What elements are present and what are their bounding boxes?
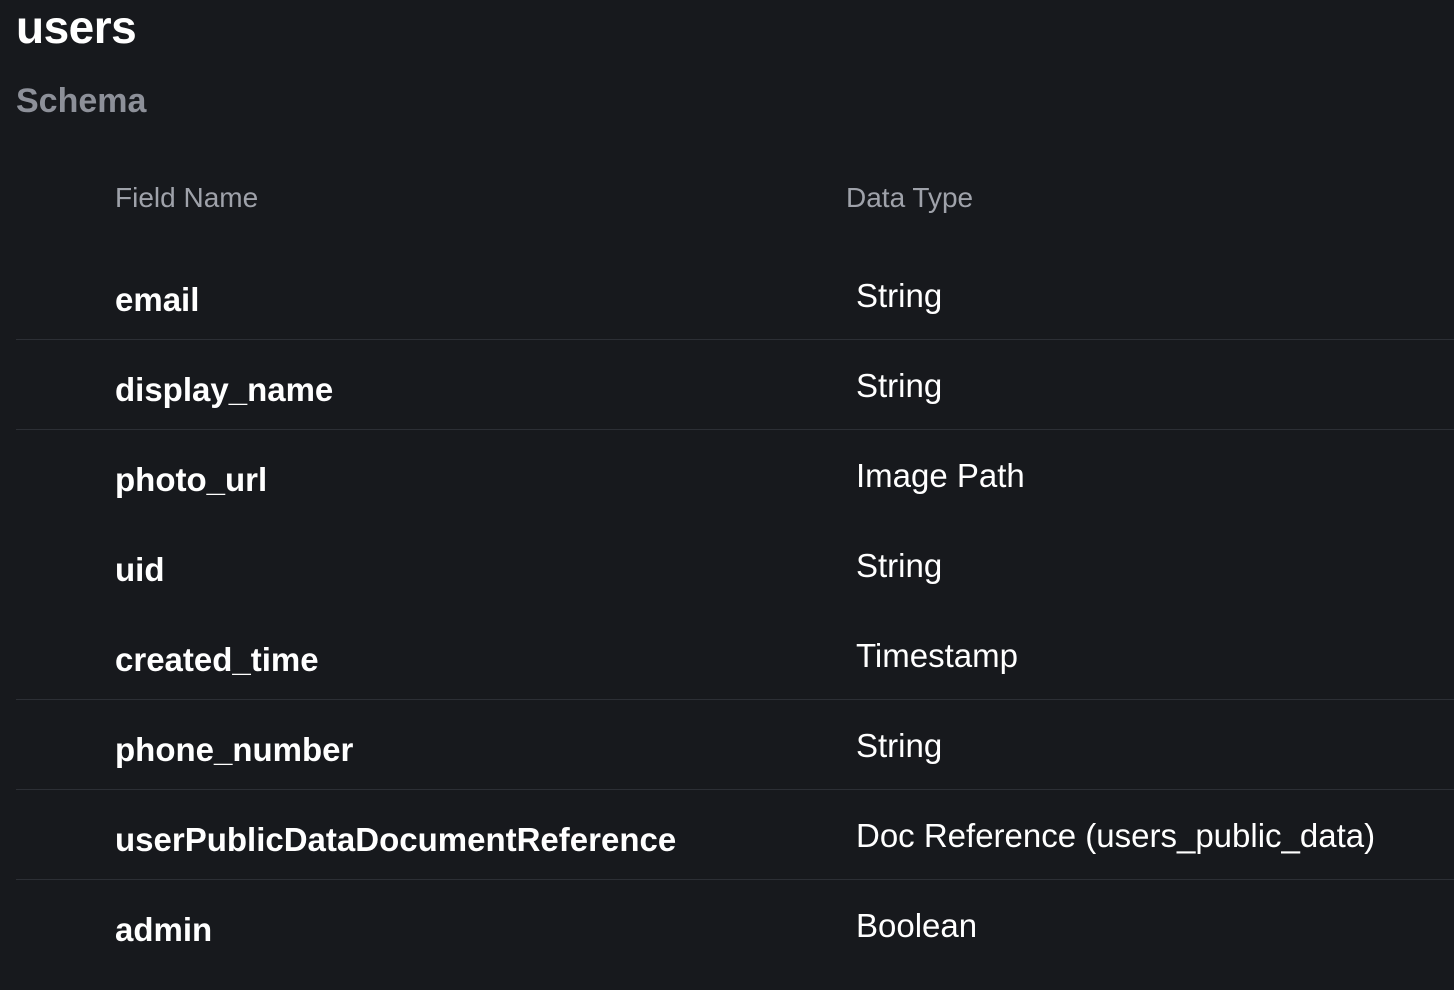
table-row[interactable]: email String — [16, 250, 1454, 340]
table-row[interactable]: phone_number String — [16, 700, 1454, 790]
field-name-cell: phone_number — [115, 731, 354, 768]
field-name-cell: userPublicDataDocumentReference — [115, 821, 677, 858]
data-type-cell: Image Path — [856, 457, 1025, 494]
column-header-field-name: Field Name — [115, 182, 259, 213]
table-header: Field Name Data Type — [16, 160, 1454, 250]
field-name-cell: created_time — [115, 641, 319, 678]
field-name-cell: uid — [115, 551, 165, 588]
data-type-cell: Timestamp — [856, 637, 1018, 674]
schema-page: users Schema Field Name Data Type email … — [0, 0, 1454, 990]
data-type-cell: Doc Reference (users_public_data) — [856, 817, 1376, 854]
table-row[interactable]: display_name String — [16, 340, 1454, 430]
data-type-cell: Boolean — [856, 907, 978, 944]
table-row[interactable]: userPublicDataDocumentReference Doc Refe… — [16, 790, 1454, 880]
column-header-data-type: Data Type — [846, 182, 974, 213]
field-name-cell: admin — [115, 911, 213, 948]
table-row[interactable]: admin Boolean — [16, 880, 1454, 970]
data-type-cell: String — [856, 727, 943, 764]
collection-title: users — [16, 1, 137, 53]
table-row[interactable]: photo_url Image Path — [16, 430, 1454, 520]
field-name-cell: display_name — [115, 371, 334, 408]
data-type-cell: String — [856, 367, 943, 404]
table-row[interactable]: uid String — [16, 520, 1454, 610]
field-name-cell: photo_url — [115, 461, 268, 498]
schema-table: Field Name Data Type email String displa… — [16, 160, 1454, 970]
field-name-cell: email — [115, 281, 200, 318]
data-type-cell: String — [856, 277, 943, 314]
table-row[interactable]: created_time Timestamp — [16, 610, 1454, 700]
section-title: Schema — [16, 82, 147, 120]
data-type-cell: String — [856, 547, 943, 584]
